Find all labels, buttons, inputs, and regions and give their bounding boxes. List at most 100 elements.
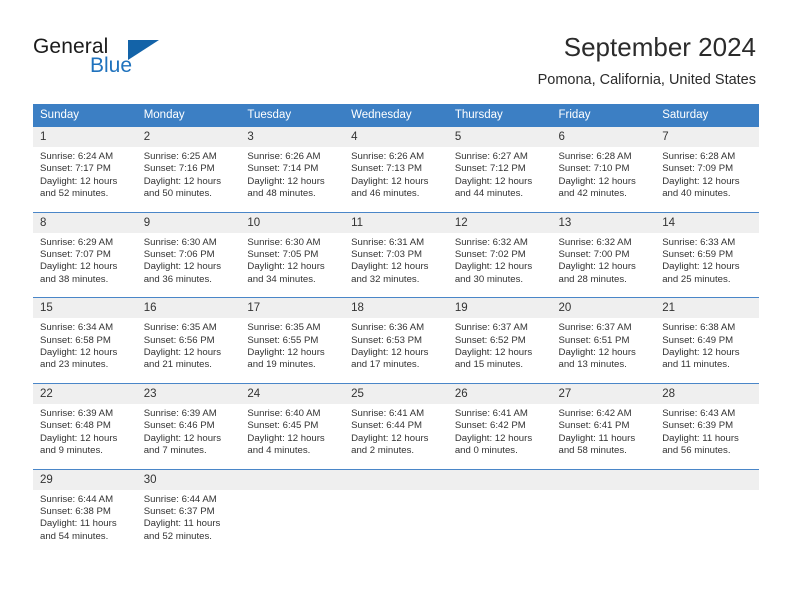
day-cell-14[interactable]: 14	[655, 213, 759, 233]
daylight-text-line1: Daylight: 12 hours	[351, 347, 429, 359]
day-cell-24[interactable]: 24	[240, 384, 344, 404]
sunset-text: Sunset: 6:39 PM	[662, 420, 734, 432]
daylight-text-line1: Daylight: 12 hours	[662, 347, 740, 359]
sunset-text: Sunset: 6:45 PM	[247, 420, 319, 432]
daylight-text-line2: and 21 minutes.	[143, 359, 212, 371]
day-detail-17: Sunrise: 6:35 AM Sunset: 6:55 PM Daylight:…	[240, 318, 344, 372]
day-cell-23[interactable]: 23	[137, 384, 241, 404]
day-cell-16[interactable]: 16	[137, 298, 241, 318]
daylight-text-line2: and 42 minutes.	[558, 188, 627, 200]
weekday-header-friday: Friday	[558, 109, 591, 121]
daylight-text-line2: and 56 minutes.	[662, 445, 731, 457]
day-number-row: 29 30	[33, 469, 759, 490]
day-cell-13[interactable]: 13	[552, 213, 656, 233]
day-cell-6[interactable]: 6	[552, 127, 656, 147]
day-cell-10[interactable]: 10	[240, 213, 344, 233]
daylight-text-line2: and 58 minutes.	[558, 445, 627, 457]
sunrise-text: Sunrise: 6:44 AM	[40, 493, 114, 505]
week-spacer	[33, 372, 759, 383]
daylight-text-line1: Daylight: 12 hours	[247, 175, 325, 187]
daylight-text-line2: and 2 minutes.	[351, 445, 415, 457]
day-detail-15: Sunrise: 6:34 AM Sunset: 6:58 PM Daylight:…	[33, 318, 137, 372]
day-number-row: 22 23 24 25 26 27 28	[33, 383, 759, 404]
sunrise-text: Sunrise: 6:35 AM	[143, 322, 217, 334]
sunrise-text: Sunrise: 6:26 AM	[351, 151, 425, 162]
daylight-text-line2: and 19 minutes.	[247, 359, 316, 371]
calendar-week-row: 1 2 3 4 5 6 7 Sunrise: 6:24 AM Sunset: 7:17 PM Da…	[33, 127, 759, 201]
day-cell-26[interactable]: 26	[448, 384, 552, 404]
calendar-page: General Blue September 2024 Pomona, Cali…	[0, 0, 792, 612]
day-cell-17[interactable]: 17	[240, 298, 344, 318]
calendar-week-row: 8 9 10 11 12 13 14 Sunrise: 6:29 AM Sunset: 7:07…	[33, 211, 759, 287]
day-cell-3[interactable]: 3	[240, 127, 344, 147]
day-detail-16: Sunrise: 6:35 AM Sunset: 6:56 PM Daylight:…	[137, 318, 241, 372]
daylight-text-line2: and 38 minutes.	[40, 273, 109, 285]
day-cell-29[interactable]: 29	[33, 470, 137, 490]
calendar-week-row: 29 30 Sunrise: 6:44 AM Sunset: 6:38 PM Dayli…	[33, 468, 759, 544]
sunset-text: Sunset: 6:55 PM	[247, 334, 319, 346]
day-detail-empty	[240, 490, 344, 544]
day-detail-row: Sunrise: 6:29 AM Sunset: 7:07 PM Daylight:…	[33, 232, 759, 287]
sunrise-text: Sunrise: 6:37 AM	[558, 322, 632, 334]
day-cell-25[interactable]: 25	[344, 384, 448, 404]
sunset-text: Sunset: 7:09 PM	[662, 163, 734, 175]
day-cell-7[interactable]: 7	[655, 127, 759, 147]
sunrise-text: Sunrise: 6:25 AM	[143, 151, 217, 162]
daylight-text-line2: and 17 minutes.	[351, 359, 420, 371]
day-detail-empty	[655, 490, 759, 544]
weekday-header-tuesday: Tuesday	[247, 109, 292, 121]
day-cell-22[interactable]: 22	[33, 384, 137, 404]
day-cell-11[interactable]: 11	[344, 213, 448, 233]
sunrise-text: Sunrise: 6:26 AM	[247, 151, 321, 162]
sunset-text: Sunset: 6:42 PM	[454, 420, 526, 432]
daylight-text-line2: and 28 minutes.	[558, 273, 627, 285]
sunrise-text: Sunrise: 6:35 AM	[247, 322, 321, 334]
day-cell-9[interactable]: 9	[137, 213, 241, 233]
daylight-text-line1: Daylight: 12 hours	[247, 261, 325, 273]
day-cell-20[interactable]: 20	[552, 298, 656, 318]
daylight-text-line1: Daylight: 11 hours	[662, 432, 739, 444]
day-cell-8[interactable]: 8	[33, 213, 137, 233]
week-spacer	[33, 201, 759, 212]
day-cell-28[interactable]: 28	[655, 384, 759, 404]
daylight-text-line2: and 50 minutes.	[143, 188, 212, 200]
daylight-text-line2: and 40 minutes.	[662, 188, 731, 200]
daylight-text-line2: and 34 minutes.	[247, 273, 316, 285]
sunset-text: Sunset: 7:16 PM	[143, 163, 215, 175]
day-cell-19[interactable]: 19	[448, 298, 552, 318]
sunset-text: Sunset: 6:37 PM	[143, 505, 215, 517]
day-cell-21[interactable]: 21	[655, 298, 759, 318]
sunset-text: Sunset: 7:03 PM	[351, 249, 423, 261]
calendar-weeks: 1 2 3 4 5 6 7 Sunrise: 6:24 AM Sunset: 7:17 PM Da…	[33, 127, 759, 544]
daylight-text-line1: Daylight: 12 hours	[662, 261, 740, 273]
daylight-text-line1: Daylight: 12 hours	[454, 175, 533, 187]
sunrise-text: Sunrise: 6:33 AM	[662, 236, 736, 248]
day-cell-5[interactable]: 5	[448, 127, 552, 147]
day-cell-2[interactable]: 2	[137, 127, 241, 147]
day-detail-row: Sunrise: 6:24 AM Sunset: 7:17 PM Daylight:…	[33, 147, 759, 201]
day-cell-15[interactable]: 15	[33, 298, 137, 318]
daylight-text-line1: Daylight: 12 hours	[40, 175, 118, 187]
brand-logo[interactable]: General Blue	[33, 36, 203, 82]
sunset-text: Sunset: 7:06 PM	[143, 249, 215, 261]
sunset-text: Sunset: 6:49 PM	[662, 334, 734, 346]
day-cell-4[interactable]: 4	[344, 127, 448, 147]
day-cell-18[interactable]: 18	[344, 298, 448, 318]
daylight-text-line1: Daylight: 12 hours	[143, 347, 222, 359]
day-cell-1[interactable]: 1	[33, 127, 137, 147]
day-cell-27[interactable]: 27	[552, 384, 656, 404]
day-detail-22: Sunrise: 6:39 AM Sunset: 6:48 PM Daylight:…	[33, 404, 137, 458]
day-cell-30[interactable]: 30	[137, 470, 241, 490]
day-detail-27: Sunrise: 6:42 AM Sunset: 6:41 PM Daylight:…	[552, 404, 656, 458]
day-detail-23: Sunrise: 6:39 AM Sunset: 6:46 PM Daylight:…	[137, 404, 241, 458]
sunset-text: Sunset: 6:48 PM	[40, 420, 111, 432]
sunset-text: Sunset: 6:41 PM	[558, 420, 630, 432]
weekday-header-sunday: Sunday	[40, 109, 80, 121]
weekday-header-wednesday: Wednesday	[351, 109, 412, 121]
daylight-text-line1: Daylight: 12 hours	[143, 175, 222, 187]
sunset-text: Sunset: 7:12 PM	[454, 163, 526, 175]
calendar-grid: Sunday Monday Tuesday Wednesday Thursday Frid…	[33, 104, 759, 544]
day-cell-12[interactable]: 12	[448, 213, 552, 233]
sunrise-text: Sunrise: 6:31 AM	[351, 236, 425, 248]
daylight-text-line1: Daylight: 12 hours	[558, 261, 636, 273]
